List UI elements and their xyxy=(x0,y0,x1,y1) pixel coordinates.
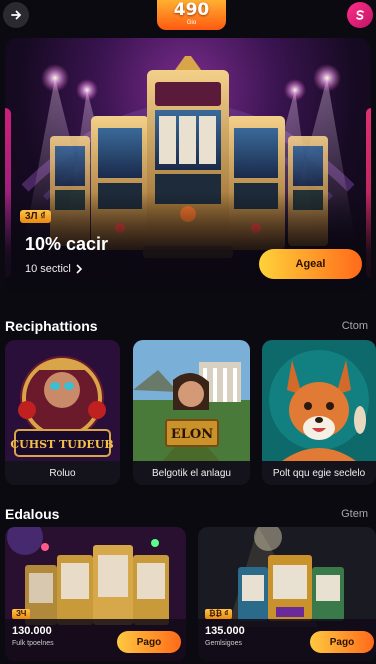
promo-card[interactable]: ЗЧ 130.000 Fulk tpoelnes Pago xyxy=(5,527,186,661)
promo-amount: 135.000 xyxy=(205,625,245,637)
promo-play-button[interactable]: Pago xyxy=(117,631,181,653)
promo-play-button[interactable]: Pago xyxy=(310,631,374,653)
arrow-right-icon xyxy=(11,10,22,20)
brand-s-icon xyxy=(356,10,364,20)
chevron-right-icon xyxy=(76,264,82,274)
promo-badge: ЗЧ xyxy=(12,609,31,619)
balance-value: 490 xyxy=(173,0,210,20)
hero-banner[interactable]: 3Л ₫ 10% cacir 10 secticl Ageal xyxy=(5,38,371,292)
promo-subtitle: Fulk tpoelnes xyxy=(12,640,54,647)
back-button[interactable] xyxy=(3,2,29,28)
game-thumbnail xyxy=(262,340,376,461)
hero-title: 10% cacir xyxy=(25,234,109,254)
promos-title: Edalous xyxy=(5,506,60,522)
hero-cta-button[interactable]: Ageal xyxy=(259,249,362,279)
top-bar: 490 Gio xyxy=(0,0,376,34)
svg-text:ELON: ELON xyxy=(171,427,213,442)
promo-amount: 130.000 xyxy=(12,625,52,637)
promos-see-all[interactable]: Gtem xyxy=(341,508,368,520)
game-card[interactable]: Polt qqu egie seclelo xyxy=(262,340,376,485)
recommendations-title: Reciphattions xyxy=(5,318,98,334)
hero-subtitle: 10 secticl xyxy=(25,263,71,275)
promo-card[interactable]: ₿₿ ₫ 135.000 Gemlsigoes Pago xyxy=(198,527,376,661)
game-card-caption: Roluo xyxy=(5,461,120,485)
promo-subtitle: Gemlsigoes xyxy=(205,640,242,647)
hero-subtitle-link[interactable]: 10 secticl xyxy=(25,263,83,275)
game-card[interactable]: CUHST TUDEUB Roluo xyxy=(5,340,120,485)
game-thumbnail: ELON xyxy=(133,340,250,461)
game-thumbnail: CUHST TUDEUB xyxy=(5,340,120,461)
promo-badge: ₿₿ ₫ xyxy=(205,609,233,619)
balance-badge[interactable]: 490 Gio xyxy=(157,0,226,30)
game-card-caption: Belgotik el anlagu xyxy=(133,461,250,485)
game-card-caption: Polt qqu egie seclelo xyxy=(262,461,376,485)
balance-label: Gio xyxy=(186,20,197,26)
game-card[interactable]: ELON Belgotik el anlagu xyxy=(133,340,250,485)
svg-text:CUHST TUDEUB: CUHST TUDEUB xyxy=(10,438,113,451)
profile-button[interactable] xyxy=(347,2,373,28)
hero-badge: 3Л ₫ xyxy=(20,210,51,223)
recommendations-see-all[interactable]: Ctom xyxy=(342,320,368,332)
